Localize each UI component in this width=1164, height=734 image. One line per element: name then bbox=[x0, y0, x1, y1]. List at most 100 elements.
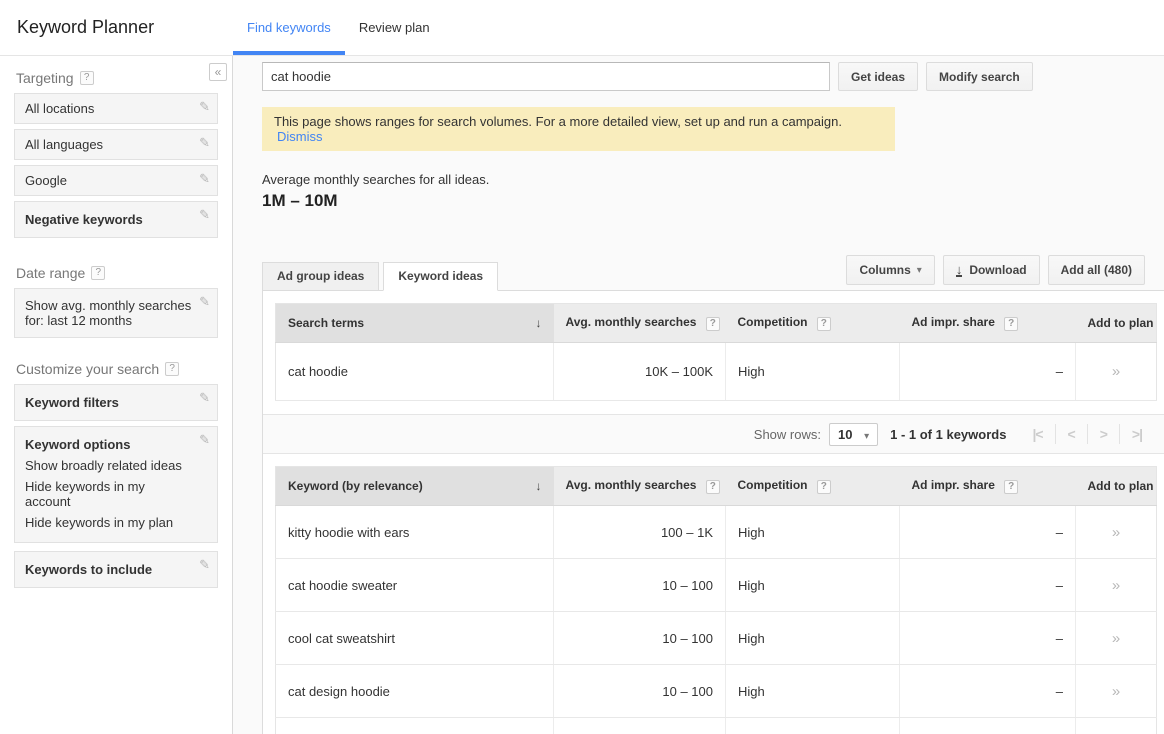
table-row: cat hoodie 10K – 100K High – » bbox=[276, 343, 1157, 401]
edit-pencil-icon[interactable]: ✎ bbox=[199, 99, 210, 115]
help-icon[interactable]: ? bbox=[165, 362, 179, 376]
chevron-down-icon: ▾ bbox=[864, 431, 869, 442]
sidebar-item-keywords-to-include[interactable]: Keywords to include ✎ bbox=[14, 551, 218, 588]
top-header: Keyword Planner Find keywords Review pla… bbox=[0, 0, 1164, 56]
keyword-cell: sphynx cat hoodie bbox=[276, 718, 554, 734]
table-row: cat design hoodie 10 – 100 High – » bbox=[276, 665, 1157, 718]
help-icon[interactable]: ? bbox=[706, 317, 720, 331]
avg-searches-caption: Average monthly searches for all ideas. bbox=[262, 172, 1164, 187]
competition-cell: High bbox=[726, 559, 900, 612]
avg-searches-cell: 10 – 100 bbox=[554, 665, 726, 718]
search-terms-table: Search terms ↓ Avg. monthly searches ? C… bbox=[275, 303, 1157, 401]
help-icon[interactable]: ? bbox=[817, 480, 831, 494]
sidebar-item-keyword-filters[interactable]: Keyword filters ✎ bbox=[14, 384, 218, 421]
targeting-section-label: Targeting ? bbox=[16, 70, 218, 86]
next-page-icon[interactable]: > bbox=[1087, 424, 1119, 444]
avg-searches-range: 1M – 10M bbox=[262, 191, 1164, 211]
customize-search-section-label: Customize your search ? bbox=[16, 361, 218, 377]
col-ad-impr-share[interactable]: Ad impr. share ? bbox=[900, 304, 1076, 343]
avg-searches-cell: 10 – 100 bbox=[554, 612, 726, 665]
col-keyword-by-relevance[interactable]: Keyword (by relevance) ↓ bbox=[276, 467, 554, 506]
search-volume-notice: This page shows ranges for search volume… bbox=[262, 107, 895, 151]
col-competition[interactable]: Competition ? bbox=[726, 304, 900, 343]
help-icon[interactable]: ? bbox=[706, 480, 720, 494]
keyword-cell: cat design hoodie bbox=[276, 665, 554, 718]
keyword-option: Hide keywords in my account bbox=[25, 479, 193, 509]
ad-impr-share-cell: – bbox=[900, 718, 1076, 734]
dismiss-link[interactable]: Dismiss bbox=[277, 129, 323, 144]
help-icon[interactable]: ? bbox=[1004, 317, 1018, 331]
table-row: sphynx cat hoodie 10 – 100 High – » bbox=[276, 718, 1157, 734]
date-range-section-label: Date range ? bbox=[16, 265, 218, 281]
col-add-to-plan: Add to plan bbox=[1076, 467, 1157, 506]
show-rows-label: Show rows: bbox=[754, 427, 821, 442]
sidebar-item-negative-keywords[interactable]: Negative keywords ✎ bbox=[14, 201, 218, 238]
download-icon: ↓ bbox=[956, 264, 963, 277]
edit-pencil-icon[interactable]: ✎ bbox=[199, 390, 210, 406]
chevron-down-icon: ▾ bbox=[917, 265, 922, 276]
previous-page-icon[interactable]: < bbox=[1055, 424, 1087, 444]
keyword-option: Hide keywords in my plan bbox=[25, 515, 193, 530]
col-add-to-plan: Add to plan bbox=[1076, 304, 1157, 343]
ad-impr-share-cell: – bbox=[900, 612, 1076, 665]
sidebar-item-keyword-options[interactable]: Keyword options ✎ Show broadly related i… bbox=[14, 426, 218, 543]
show-rows-select[interactable]: 10 ▾ bbox=[829, 423, 878, 446]
help-icon[interactable]: ? bbox=[1004, 480, 1018, 494]
keyword-cell: cat hoodie bbox=[276, 343, 554, 401]
last-page-icon[interactable]: >| bbox=[1119, 424, 1154, 444]
col-ad-impr-share[interactable]: Ad impr. share ? bbox=[900, 467, 1076, 506]
sidebar-item-date-range[interactable]: Show avg. monthly searches for: last 12 … bbox=[14, 288, 218, 338]
tab-review-plan[interactable]: Review plan bbox=[345, 0, 444, 55]
col-avg-monthly-searches[interactable]: Avg. monthly searches ? bbox=[554, 467, 726, 506]
edit-pencil-icon[interactable]: ✎ bbox=[199, 432, 210, 448]
add-all-button[interactable]: Add all (480) bbox=[1048, 255, 1145, 285]
table-row: cat hoodie sweater 10 – 100 High – » bbox=[276, 559, 1157, 612]
download-button[interactable]: ↓ Download bbox=[943, 255, 1040, 285]
modify-search-button[interactable]: Modify search bbox=[926, 62, 1033, 91]
tab-ad-group-ideas[interactable]: Ad group ideas bbox=[262, 262, 379, 291]
sidebar-item-languages[interactable]: All languages ✎ bbox=[14, 129, 218, 160]
competition-cell: High bbox=[726, 506, 900, 559]
collapse-sidebar-icon[interactable]: « bbox=[209, 63, 227, 81]
add-to-plan-icon[interactable]: » bbox=[1112, 683, 1120, 700]
help-icon[interactable]: ? bbox=[80, 71, 94, 85]
col-search-terms[interactable]: Search terms ↓ bbox=[276, 304, 554, 343]
ad-impr-share-cell: – bbox=[900, 665, 1076, 718]
add-to-plan-icon[interactable]: » bbox=[1112, 630, 1120, 647]
help-icon[interactable]: ? bbox=[817, 317, 831, 331]
tab-keyword-ideas[interactable]: Keyword ideas bbox=[383, 262, 498, 291]
ad-impr-share-cell: – bbox=[900, 343, 1076, 401]
page-title: Keyword Planner bbox=[0, 0, 233, 55]
main-content: Get ideas Modify search This page shows … bbox=[233, 56, 1164, 734]
avg-searches-cell: 10 – 100 bbox=[554, 718, 726, 734]
pagination-bar: Show rows: 10 ▾ 1 - 1 of 1 keywords |< <… bbox=[263, 414, 1164, 454]
results-panel: Search terms ↓ Avg. monthly searches ? C… bbox=[262, 290, 1164, 734]
keyword-search-input[interactable] bbox=[262, 62, 830, 91]
edit-pencil-icon[interactable]: ✎ bbox=[199, 207, 210, 223]
add-to-plan-icon[interactable]: » bbox=[1112, 577, 1120, 594]
ad-impr-share-cell: – bbox=[900, 506, 1076, 559]
edit-pencil-icon[interactable]: ✎ bbox=[199, 557, 210, 573]
edit-pencil-icon[interactable]: ✎ bbox=[199, 294, 210, 310]
tab-find-keywords[interactable]: Find keywords bbox=[233, 0, 345, 55]
get-ideas-button[interactable]: Get ideas bbox=[838, 62, 918, 91]
keyword-cell: cat hoodie sweater bbox=[276, 559, 554, 612]
sort-descending-icon: ↓ bbox=[536, 479, 542, 493]
help-icon[interactable]: ? bbox=[91, 266, 105, 280]
sidebar-item-network[interactable]: Google ✎ bbox=[14, 165, 218, 196]
keyword-ideas-table: Keyword (by relevance) ↓ Avg. monthly se… bbox=[275, 466, 1157, 734]
pagination-range: 1 - 1 of 1 keywords bbox=[890, 427, 1006, 442]
table-header-row: Keyword (by relevance) ↓ Avg. monthly se… bbox=[276, 467, 1157, 506]
columns-button[interactable]: Columns ▾ bbox=[846, 255, 934, 285]
add-to-plan-icon[interactable]: » bbox=[1112, 363, 1120, 380]
col-avg-monthly-searches[interactable]: Avg. monthly searches ? bbox=[554, 304, 726, 343]
competition-cell: High bbox=[726, 343, 900, 401]
col-competition[interactable]: Competition ? bbox=[726, 467, 900, 506]
avg-searches-cell: 10 – 100 bbox=[554, 559, 726, 612]
add-to-plan-icon[interactable]: » bbox=[1112, 524, 1120, 541]
first-page-icon[interactable]: |< bbox=[1020, 424, 1054, 444]
sidebar-item-locations[interactable]: All locations ✎ bbox=[14, 93, 218, 124]
competition-cell: High bbox=[726, 665, 900, 718]
edit-pencil-icon[interactable]: ✎ bbox=[199, 135, 210, 151]
edit-pencil-icon[interactable]: ✎ bbox=[199, 171, 210, 187]
